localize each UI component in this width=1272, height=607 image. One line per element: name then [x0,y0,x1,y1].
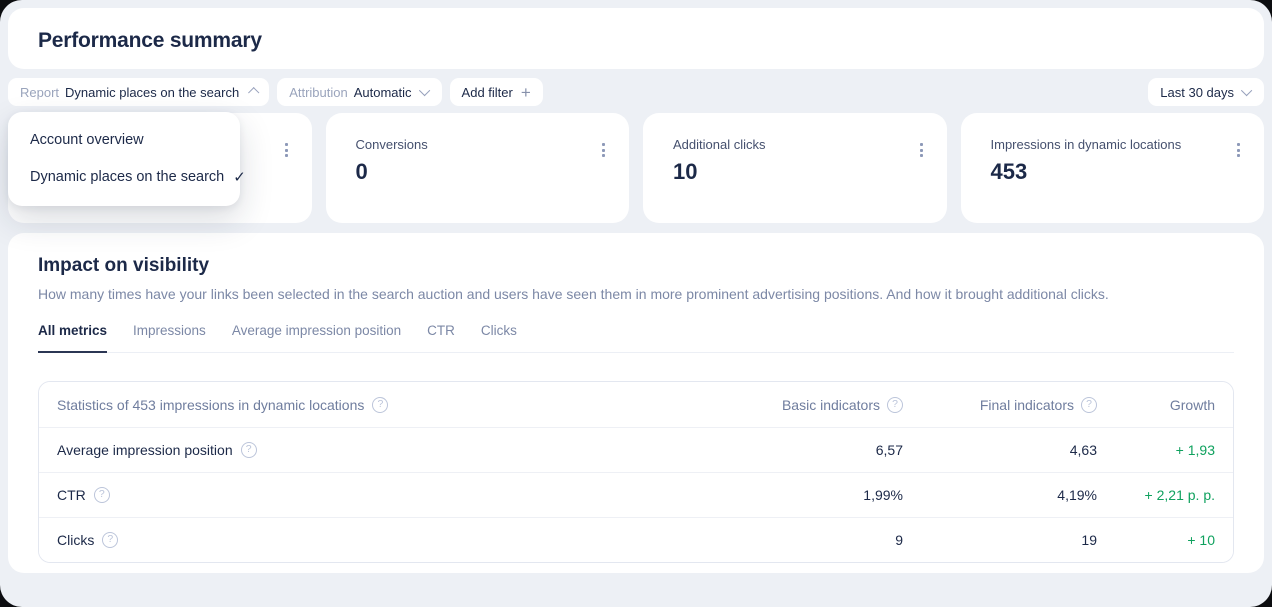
basic-value: 9 [895,532,903,548]
metric-value: 10 [673,159,923,185]
row-metric-name: Clicks [57,532,94,548]
metric-card-additional-clicks: Additional clicks 10 [643,113,947,223]
chevron-down-icon [418,85,429,96]
report-filter-label: Report [20,85,59,100]
chevron-up-icon [248,87,259,98]
menu-item-label: Dynamic places on the search [30,169,224,185]
metric-card-impressions-dynamic: Impressions in dynamic locations 453 [961,113,1265,223]
row-metric-name: Average impression position [57,442,233,458]
help-icon[interactable]: ? [241,442,257,458]
metric-value: 0 [356,159,606,185]
section-title: Impact on visibility [38,255,1234,277]
report-filter-pill[interactable]: Report Dynamic places on the search [8,78,269,106]
attribution-filter-pill[interactable]: Attribution Automatic [277,78,441,106]
help-icon[interactable]: ? [372,397,388,413]
statistics-table: Statistics of 453 impressions in dynamic… [38,381,1234,563]
help-icon[interactable]: ? [102,532,118,548]
page-title: Performance summary [8,8,1264,53]
metric-label: Additional clicks [673,137,923,152]
metric-label: Impressions in dynamic locations [991,137,1241,152]
table-row: CTR ? 1,99% 4,19% + 2,21 p. p. [39,472,1233,517]
kebab-menu-icon[interactable] [918,141,925,159]
metric-card-conversions: Conversions 0 [326,113,630,223]
menu-item-account-overview[interactable]: Account overview [8,122,240,158]
date-range-pill[interactable]: Last 30 days [1148,78,1264,106]
final-value: 19 [1081,532,1097,548]
filter-bar: Report Dynamic places on the search Attr… [8,78,1264,106]
plus-icon: + [521,84,531,101]
chevron-down-icon [1241,85,1252,96]
tab-clicks[interactable]: Clicks [481,323,517,353]
kebab-menu-icon[interactable] [600,141,607,159]
growth-value: + 1,93 [1176,442,1215,458]
attribution-filter-label: Attribution [289,85,348,100]
help-icon[interactable]: ? [94,487,110,503]
header-card: Performance summary [8,8,1264,69]
attribution-filter-value: Automatic [354,85,412,100]
report-dropdown-menu: Account overview Dynamic places on the s… [8,112,240,206]
performance-summary-screen: Performance summary Report Dynamic place… [0,0,1272,607]
final-value: 4,19% [1057,487,1097,503]
impact-visibility-card: Impact on visibility How many times have… [8,233,1264,573]
kebab-menu-icon[interactable] [283,141,290,159]
kebab-menu-icon[interactable] [1235,141,1242,159]
section-description: How many times have your links been sele… [38,286,1234,302]
metrics-tabs: All metrics Impressions Average impressi… [38,323,1234,353]
growth-value: + 10 [1187,532,1215,548]
growth-value: + 2,21 p. p. [1145,487,1215,503]
menu-item-label: Account overview [30,132,144,148]
row-metric-name: CTR [57,487,86,503]
table-row: Clicks ? 9 19 + 10 [39,517,1233,562]
table-header-row: Statistics of 453 impressions in dynamic… [39,382,1233,427]
add-filter-label: Add filter [462,85,513,100]
report-filter-value: Dynamic places on the search [65,85,239,100]
table-row: Average impression position ? 6,57 4,63 … [39,427,1233,472]
metric-value: 453 [991,159,1241,185]
date-range-value: Last 30 days [1160,85,1234,100]
tab-all-metrics[interactable]: All metrics [38,323,107,353]
final-value: 4,63 [1070,442,1097,458]
tab-ctr[interactable]: CTR [427,323,455,353]
basic-value: 6,57 [876,442,903,458]
basic-value: 1,99% [863,487,903,503]
tab-impressions[interactable]: Impressions [133,323,206,353]
add-filter-button[interactable]: Add filter + [450,78,543,106]
check-icon: ✓ [233,168,246,186]
column-header-growth: Growth [1170,397,1215,413]
table-title: Statistics of 453 impressions in dynamic… [57,397,364,413]
menu-item-dynamic-places[interactable]: Dynamic places on the search ✓ [8,158,240,196]
metric-label: Conversions [356,137,606,152]
help-icon[interactable]: ? [887,397,903,413]
tab-average-impression-position[interactable]: Average impression position [232,323,401,353]
help-icon[interactable]: ? [1081,397,1097,413]
column-header-basic: Basic indicators [782,397,880,413]
column-header-final: Final indicators [980,397,1074,413]
